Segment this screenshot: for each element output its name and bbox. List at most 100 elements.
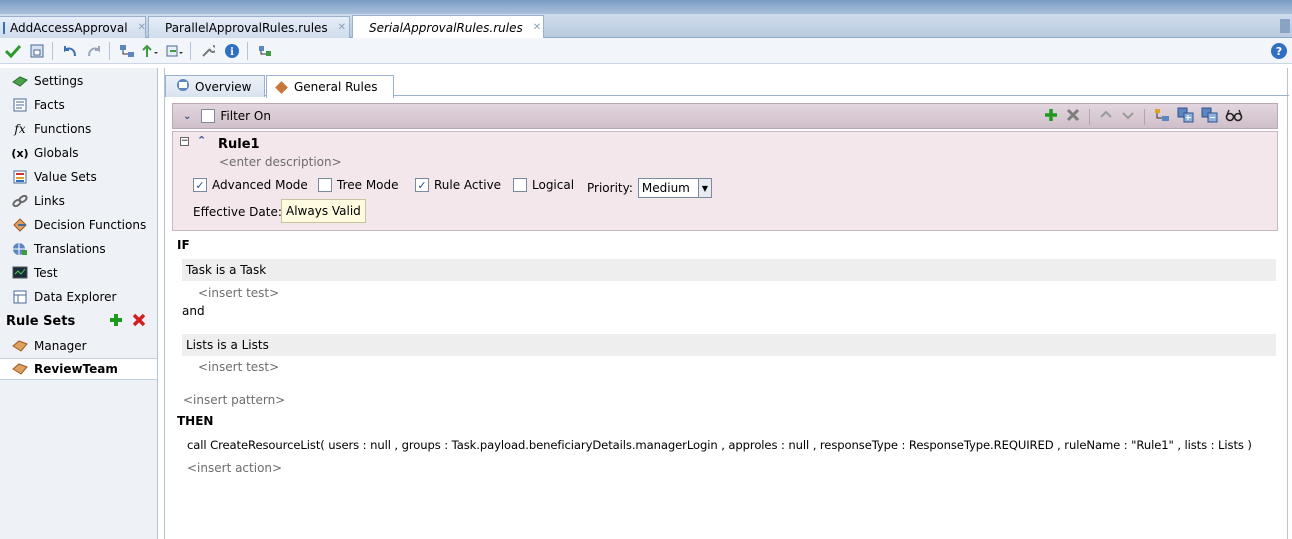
sidebar-item-facts[interactable]: Facts (12, 95, 65, 115)
close-icon[interactable]: ✕ (533, 22, 541, 33)
action-statement[interactable]: call CreateResourceList( users : null , … (187, 438, 1252, 452)
svg-text:?: ? (1276, 45, 1282, 58)
logical-checkbox[interactable] (513, 178, 527, 192)
sidebar-item-links[interactable]: Links (12, 191, 65, 211)
test-monitor-icon (12, 265, 28, 281)
pattern-text[interactable]: Task is a Task (186, 263, 266, 277)
sidebar-item-label: Functions (34, 122, 92, 136)
main-toolbar: i ? (0, 38, 1292, 64)
expand-rules-icon[interactable] (1177, 107, 1195, 126)
collapse-rule-toggle-icon[interactable]: − (180, 137, 189, 146)
sidebar-ruleset-reviewteam[interactable]: ReviewTeam (12, 359, 118, 379)
rule-sets-header: Rule Sets (6, 312, 156, 332)
close-icon[interactable]: ✕ (338, 22, 346, 33)
sidebar-item-settings[interactable]: Settings (12, 71, 83, 91)
help-icon[interactable]: ? (1270, 42, 1288, 63)
if-keyword: IF (177, 238, 190, 252)
deploy-icon[interactable] (254, 41, 276, 61)
sidebar-item-globals[interactable]: (x) Globals (11, 143, 78, 163)
tree-mode-option[interactable]: Tree Mode (318, 178, 399, 192)
sidebar-item-data-explorer[interactable]: Data Explorer (12, 287, 116, 307)
translations-globe-icon (12, 241, 28, 257)
insert-action-field[interactable]: <insert action> (187, 461, 282, 475)
advanced-mode-checkbox[interactable]: ✓ (193, 178, 207, 192)
close-icon[interactable]: ✕ (138, 22, 146, 33)
rules-actions (1043, 107, 1243, 126)
effective-date-field[interactable]: Always Valid (281, 199, 366, 223)
move-up-icon[interactable] (140, 41, 162, 61)
tab-general-rules[interactable]: General Rules (266, 75, 394, 98)
link-chain-icon (12, 193, 28, 209)
insert-pattern-field[interactable]: <insert pattern> (183, 393, 285, 407)
rule-active-label: Rule Active (434, 178, 502, 192)
priority-select[interactable]: Medium ▼ (637, 178, 712, 198)
priority-value: Medium (641, 181, 690, 195)
tree-mode-label: Tree Mode (337, 178, 399, 192)
delete-rule-set-x-icon[interactable] (131, 312, 147, 332)
decision-function-icon (12, 217, 28, 233)
logical-option[interactable]: Logical (513, 178, 574, 192)
move-down-chevron-icon[interactable] (1120, 107, 1136, 126)
sidebar-item-functions[interactable]: fx Functions (12, 119, 91, 139)
insert-test-field[interactable]: <insert test> (198, 360, 279, 374)
redo-icon[interactable] (83, 41, 105, 61)
sidebar-ruleset-manager[interactable]: Manager (12, 336, 87, 356)
advanced-mode-option[interactable]: ✓ Advanced Mode (193, 178, 308, 192)
toolbar-separator (247, 41, 248, 60)
overview-icon (176, 78, 190, 95)
toolbar-separator (52, 41, 53, 60)
tab-list-dropdown-icon[interactable] (1280, 19, 1290, 33)
delete-rule-x-icon[interactable] (1065, 107, 1081, 126)
save-icon[interactable] (26, 41, 48, 61)
rule-name[interactable]: Rule1 (218, 137, 260, 152)
rule-description-field[interactable]: <enter description> (219, 155, 342, 169)
hierarchy-icon[interactable] (116, 41, 138, 61)
filter-on-checkbox[interactable] (201, 109, 216, 123)
validate-check-icon[interactable] (2, 41, 24, 61)
tab-serial-approval-rules[interactable]: SerialApprovalRules.rules ✕ (352, 15, 544, 39)
rules-diamond-icon (275, 80, 288, 94)
function-fx-icon: fx (14, 122, 26, 136)
settings-book-icon (12, 73, 28, 89)
rules-filter-bar: ⌄ Filter On (172, 103, 1278, 129)
view-glasses-icon[interactable] (1225, 107, 1243, 126)
collapse-rules-icon[interactable] (1201, 107, 1219, 126)
export-icon[interactable] (164, 41, 186, 61)
sidebar-item-label: Test (34, 266, 58, 280)
rule-active-checkbox[interactable]: ✓ (415, 178, 429, 192)
sidebar-item-decision-functions[interactable]: Decision Functions (12, 215, 146, 235)
rule-expand-chevron-icon[interactable]: ⌃ (197, 134, 206, 147)
toolbar-separator (190, 41, 191, 60)
sidebar-item-label: Data Explorer (34, 290, 117, 304)
move-up-chevron-icon[interactable] (1098, 107, 1114, 126)
collapse-all-chevron-icon[interactable]: ⌄ (183, 111, 191, 122)
sidebar-item-test[interactable]: Test (12, 263, 58, 283)
tree-mode-checkbox[interactable] (318, 178, 332, 192)
pattern-row-lists[interactable]: Lists is a Lists (182, 334, 1276, 356)
tab-label: SerialApprovalRules.rules (369, 20, 523, 35)
window-top-strip (0, 0, 1292, 14)
and-operator[interactable]: and (182, 304, 205, 318)
wrench-icon[interactable] (197, 41, 219, 61)
tab-parallel-approval-rules[interactable]: ParallelApprovalRules.rules ✕ (148, 16, 350, 38)
pattern-text[interactable]: Lists is a Lists (186, 338, 269, 352)
pattern-row-task[interactable]: Task is a Task (182, 259, 1276, 281)
info-icon[interactable]: i (221, 41, 243, 61)
add-rule-set-plus-icon[interactable] (108, 312, 124, 332)
tab-add-access-approval[interactable]: AddAccessApproval ✕ (0, 16, 146, 38)
tab-label: ParallelApprovalRules.rules (165, 20, 328, 35)
insert-test-field[interactable]: <insert test> (198, 286, 279, 300)
rule-tree-icon[interactable] (1153, 107, 1171, 126)
rules-navigator: Settings Facts fx Functions (x) Globals … (0, 68, 158, 539)
globals-variable-icon: (x) (11, 146, 29, 160)
rule-active-option[interactable]: ✓ Rule Active (415, 178, 501, 192)
add-rule-plus-icon[interactable] (1043, 107, 1059, 126)
sidebar-item-translations[interactable]: Translations (12, 239, 106, 259)
dropdown-arrow-icon[interactable]: ▼ (697, 179, 711, 197)
data-explorer-icon (12, 289, 28, 305)
tab-label: General Rules (294, 80, 378, 94)
sidebar-item-value-sets[interactable]: Value Sets (12, 167, 97, 187)
sidebar-item-label: Translations (34, 242, 106, 256)
tab-overview[interactable]: Overview (165, 75, 265, 97)
undo-icon[interactable] (59, 41, 81, 61)
